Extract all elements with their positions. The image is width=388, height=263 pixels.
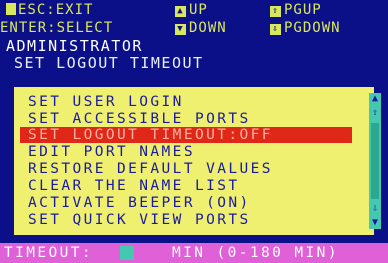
page-title: ADMINISTRATOR: [6, 37, 143, 55]
esc-key-icon: [6, 3, 16, 15]
down-hint[interactable]: ▼ DOWN: [175, 20, 227, 36]
hint-row-top: ESC:EXIT ▲ UP ⇧ PGUP: [0, 2, 388, 18]
scroll-down-icon[interactable]: ▼: [369, 217, 381, 229]
timeout-input-bar: TIMEOUT: MIN (0-180 MIN): [0, 243, 388, 263]
pgdown-key-icon: ⇩: [270, 24, 281, 35]
timeout-range-hint: MIN (0-180 MIN): [172, 245, 339, 261]
down-arrow-icon: ▼: [175, 24, 186, 35]
menu-item-activate-beeper[interactable]: ACTIVATE BEEPER (ON): [28, 195, 251, 211]
esc-hint-label: ESC:EXIT: [18, 2, 94, 18]
pgdown-hint-label: PGDOWN: [284, 20, 341, 36]
enter-hint[interactable]: ENTER:SELECT: [0, 20, 113, 36]
pgup-hint-label: PGUP: [284, 2, 322, 18]
menu-item-edit-port-names[interactable]: EDIT PORT NAMES: [28, 144, 195, 160]
menu-item-clear-the-name-list[interactable]: CLEAR THE NAME LIST: [28, 178, 239, 194]
pgdown-hint[interactable]: ⇩ PGDOWN: [270, 20, 341, 36]
menu-item-set-user-login[interactable]: SET USER LOGIN: [28, 94, 184, 110]
up-hint-label: UP: [189, 2, 208, 18]
scroll-page-down-icon[interactable]: ⇩: [369, 203, 381, 215]
scrollbar-thumb[interactable]: [371, 123, 379, 199]
osd-screen: ESC:EXIT ▲ UP ⇧ PGUP ENTER:SELECT ▼ DOWN ⇩ P…: [0, 0, 388, 263]
hint-row-bottom: ENTER:SELECT ▼ DOWN ⇩ PGDOWN: [0, 20, 388, 36]
scroll-up-icon[interactable]: ▲: [369, 93, 381, 105]
page-subtitle: SET LOGOUT TIMEOUT: [14, 54, 204, 72]
timeout-label: TIMEOUT:: [4, 245, 94, 261]
pgup-hint[interactable]: ⇧ PGUP: [270, 2, 322, 18]
down-hint-label: DOWN: [189, 20, 227, 36]
esc-hint[interactable]: ESC:EXIT: [6, 2, 93, 18]
menu-item-set-quick-view-ports[interactable]: SET QUICK VIEW PORTS: [28, 212, 251, 228]
up-hint[interactable]: ▲ UP: [175, 2, 208, 18]
up-arrow-icon: ▲: [175, 6, 186, 17]
menu-item-set-logout-timeout[interactable]: SET LOGOUT TIMEOUT:OFF: [20, 127, 352, 143]
enter-hint-label: ENTER:SELECT: [0, 20, 114, 36]
menu-item-restore-default-values[interactable]: RESTORE DEFAULT VALUES: [28, 161, 273, 177]
menu-item-set-accessible-ports[interactable]: SET ACCESSIBLE PORTS: [28, 111, 251, 127]
timeout-input[interactable]: [120, 246, 134, 260]
scroll-page-up-icon[interactable]: ⇧: [369, 107, 381, 119]
pgup-key-icon: ⇧: [270, 6, 281, 17]
menu-scrollbar[interactable]: ▲ ⇧ ⇩ ▼: [369, 93, 381, 229]
